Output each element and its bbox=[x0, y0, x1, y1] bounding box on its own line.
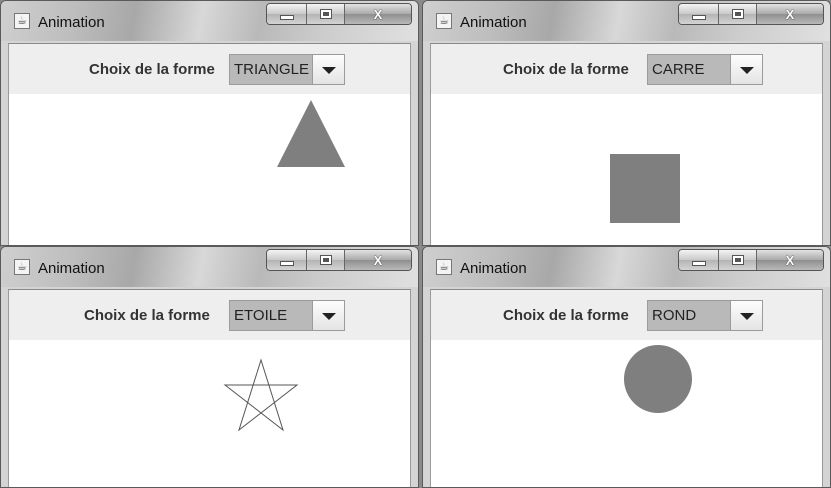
maximize-icon bbox=[731, 255, 744, 265]
content-pane: Choix de la forme CARRE bbox=[430, 43, 823, 245]
window-title: Animation bbox=[460, 14, 527, 31]
maximize-icon bbox=[319, 255, 332, 265]
minimize-icon bbox=[691, 261, 706, 266]
drawing-canvas bbox=[9, 94, 410, 245]
maximize-icon bbox=[731, 9, 744, 19]
window-circle: ☕ Animation X Choix de la forme ROND bbox=[422, 246, 831, 488]
maximize-button[interactable] bbox=[307, 4, 345, 24]
shape-select[interactable]: ETOILE bbox=[229, 300, 345, 331]
toolbar: Choix de la forme ETOILE bbox=[9, 290, 410, 340]
shape-select-value: TRIANGLE bbox=[234, 61, 310, 78]
content-pane: Choix de la forme ETOILE bbox=[8, 289, 411, 487]
minimize-button[interactable] bbox=[679, 250, 719, 270]
chevron-down-icon[interactable] bbox=[730, 301, 762, 330]
title-bar[interactable]: ☕ Animation X bbox=[1, 247, 418, 287]
content-pane: Choix de la forme ROND bbox=[430, 289, 823, 487]
shape-choice-label: Choix de la forme bbox=[503, 307, 629, 324]
minimize-button[interactable] bbox=[267, 4, 307, 24]
java-cup-icon[interactable]: ☕ bbox=[14, 13, 30, 29]
close-icon: X bbox=[373, 252, 383, 268]
window-controls: X bbox=[678, 3, 824, 25]
circle-shape bbox=[624, 345, 692, 413]
maximize-button[interactable] bbox=[719, 4, 757, 24]
minimize-button[interactable] bbox=[679, 4, 719, 24]
shape-choice-label: Choix de la forme bbox=[84, 307, 210, 324]
shape-select-value: ETOILE bbox=[234, 307, 288, 324]
close-button[interactable]: X bbox=[345, 250, 411, 270]
window-star: ☕ Animation X Choix de la forme ETOILE bbox=[0, 246, 419, 488]
close-button[interactable]: X bbox=[757, 4, 823, 24]
square-shape bbox=[610, 154, 680, 223]
window-square: ☕ Animation X Choix de la forme CARRE bbox=[422, 0, 831, 246]
title-bar[interactable]: ☕ Animation X bbox=[423, 247, 830, 287]
toolbar: Choix de la forme ROND bbox=[431, 290, 822, 340]
maximize-button[interactable] bbox=[307, 250, 345, 270]
window-controls: X bbox=[678, 249, 824, 271]
title-bar[interactable]: ☕ Animation X bbox=[423, 1, 830, 41]
window-controls: X bbox=[266, 249, 412, 271]
window-title: Animation bbox=[38, 14, 105, 31]
toolbar: Choix de la forme TRIANGLE bbox=[9, 44, 410, 94]
title-bar[interactable]: ☕ Animation X bbox=[1, 1, 418, 41]
close-icon: X bbox=[785, 252, 795, 268]
shape-choice-label: Choix de la forme bbox=[503, 61, 629, 78]
chevron-down-icon[interactable] bbox=[312, 55, 344, 84]
shape-select-value: ROND bbox=[652, 307, 697, 324]
minimize-icon bbox=[691, 15, 706, 20]
chevron-down-icon[interactable] bbox=[312, 301, 344, 330]
window-triangle: ☕ Animation X Choix de la forme TRIANGLE bbox=[0, 0, 419, 246]
content-pane: Choix de la forme TRIANGLE bbox=[8, 43, 411, 245]
shape-select-value: CARRE bbox=[652, 61, 705, 78]
close-button[interactable]: X bbox=[757, 250, 823, 270]
window-controls: X bbox=[266, 3, 412, 25]
java-cup-icon[interactable]: ☕ bbox=[14, 259, 30, 275]
shape-choice-label: Choix de la forme bbox=[89, 61, 215, 78]
close-button[interactable]: X bbox=[345, 4, 411, 24]
drawing-canvas bbox=[431, 94, 822, 245]
minimize-button[interactable] bbox=[267, 250, 307, 270]
shape-select[interactable]: TRIANGLE bbox=[229, 54, 345, 85]
toolbar: Choix de la forme CARRE bbox=[431, 44, 822, 94]
drawing-canvas bbox=[9, 340, 410, 487]
minimize-icon bbox=[279, 261, 294, 266]
java-cup-icon[interactable]: ☕ bbox=[436, 259, 452, 275]
close-icon: X bbox=[785, 6, 795, 22]
chevron-down-icon[interactable] bbox=[730, 55, 762, 84]
window-title: Animation bbox=[38, 260, 105, 277]
close-icon: X bbox=[373, 6, 383, 22]
minimize-icon bbox=[279, 15, 294, 20]
maximize-button[interactable] bbox=[719, 250, 757, 270]
triangle-shape bbox=[277, 100, 345, 167]
window-title: Animation bbox=[460, 260, 527, 277]
drawing-canvas bbox=[431, 340, 822, 487]
shape-select[interactable]: ROND bbox=[647, 300, 763, 331]
maximize-icon bbox=[319, 9, 332, 19]
java-cup-icon[interactable]: ☕ bbox=[436, 13, 452, 29]
star-shape bbox=[223, 358, 299, 432]
shape-select[interactable]: CARRE bbox=[647, 54, 763, 85]
